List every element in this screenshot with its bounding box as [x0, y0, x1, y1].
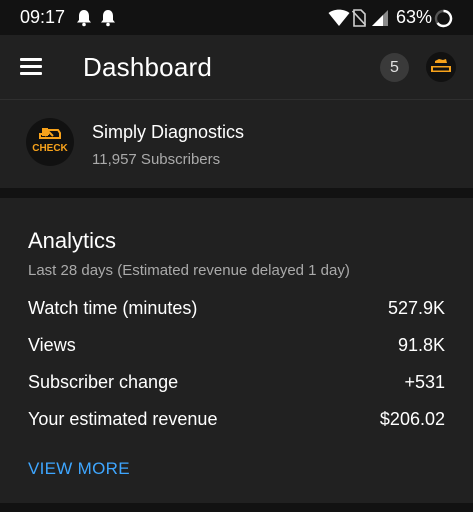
- battery-percent: 63%: [396, 7, 433, 27]
- metric-value-subscriber-change: +531: [404, 372, 445, 392]
- status-time: 09:17: [20, 7, 66, 27]
- analytics-period: Last 28 days (Estimated revenue delayed …: [28, 262, 350, 279]
- metric-label-views: Views: [28, 335, 76, 355]
- bell-icon: [101, 10, 115, 27]
- section-divider: [0, 188, 473, 198]
- metric-value-views: 91.8K: [397, 335, 445, 355]
- channel-avatar: CHECK: [26, 118, 74, 166]
- page-title: Dashboard: [83, 52, 212, 82]
- analytics-card: Analytics Last 28 days (Estimated revenu…: [0, 198, 473, 503]
- view-more-link[interactable]: VIEW MORE: [28, 459, 130, 479]
- metric-label-watch-time: Watch time (minutes): [28, 298, 198, 318]
- metric-value-estimated-revenue: $206.02: [379, 409, 445, 429]
- metric-value-watch-time: 527.9K: [387, 298, 445, 318]
- wifi-icon: [328, 9, 350, 26]
- bell-icon: [77, 10, 91, 27]
- account-avatar[interactable]: [426, 52, 456, 82]
- signal-icon: [372, 10, 388, 26]
- app-bar: Dashboard 5: [0, 35, 473, 100]
- menu-button[interactable]: [16, 53, 48, 81]
- battery-ring-icon: [434, 9, 453, 28]
- channel-avatar-logo-text: CHECK: [32, 143, 68, 154]
- no-sim-icon: [352, 9, 366, 27]
- metric-label-subscriber-change: Subscriber change: [28, 372, 179, 392]
- channel-name: Simply Diagnostics: [92, 122, 245, 142]
- status-bar: 09:17 63%: [0, 0, 473, 35]
- notification-badge[interactable]: 5: [380, 53, 409, 82]
- bottom-divider: [0, 503, 473, 512]
- metric-label-estimated-revenue: Your estimated revenue: [28, 409, 218, 429]
- channel-card[interactable]: CHECK Simply Diagnostics 11,957 Subscrib…: [0, 100, 473, 188]
- subscriber-count: 11,957 Subscribers: [92, 151, 221, 168]
- analytics-title: Analytics: [28, 228, 117, 253]
